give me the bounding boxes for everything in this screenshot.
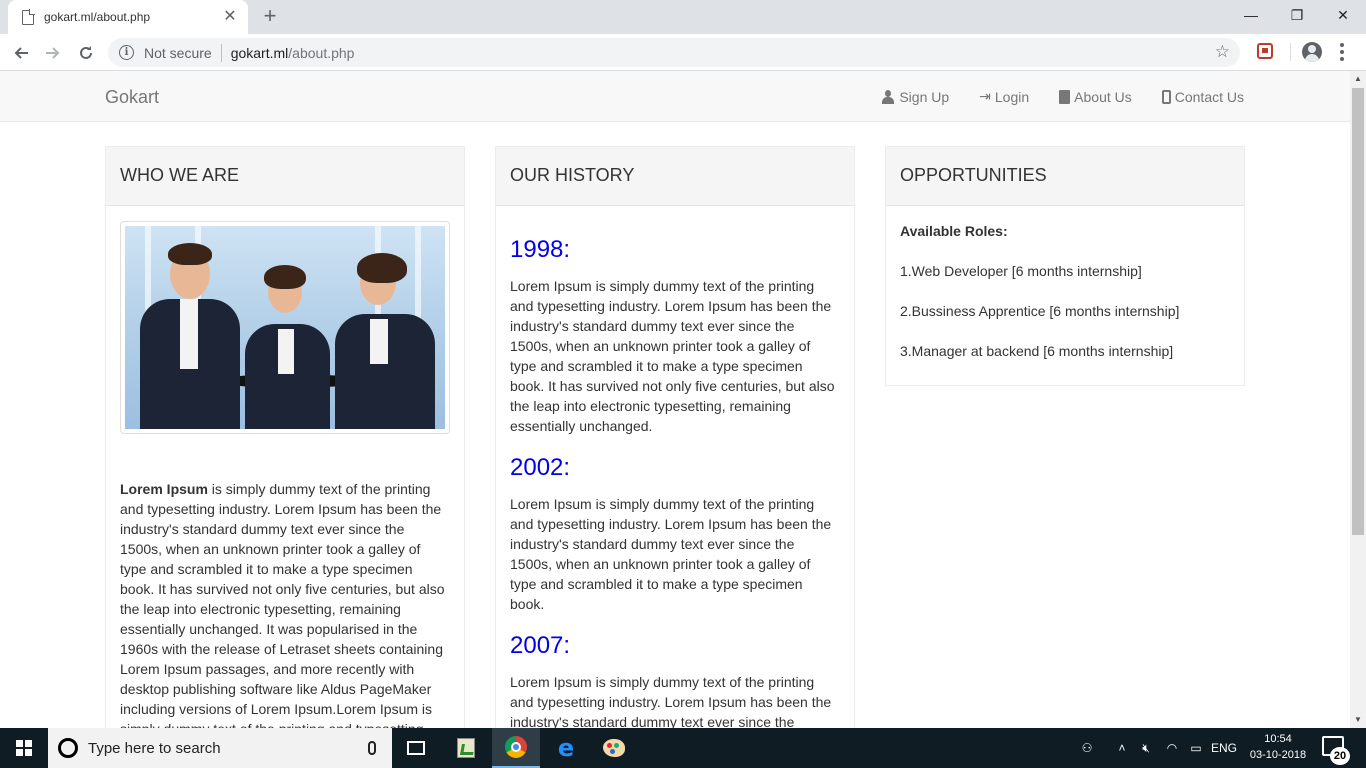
taskbar-search[interactable]: Type here to search bbox=[48, 728, 392, 768]
nav-contact-us[interactable]: Contact Us bbox=[1161, 88, 1244, 105]
browser-toolbar: i Not secure gokart.ml/about.php ☆ bbox=[0, 34, 1366, 71]
forward-arrow-icon bbox=[46, 47, 60, 59]
nav-login-label: Login bbox=[994, 88, 1030, 105]
start-button[interactable] bbox=[0, 728, 48, 768]
history-text-1998: Lorem Ipsum is simply dummy text of the … bbox=[510, 278, 835, 434]
task-view-button[interactable] bbox=[392, 728, 440, 768]
system-clock[interactable]: 10:54 03-10-2018 bbox=[1248, 731, 1308, 763]
nav-login[interactable]: ⇥ Login bbox=[979, 88, 1029, 105]
taskbar-app-paint[interactable] bbox=[590, 728, 638, 768]
role-item: 3.Manager at backend [6 months internshi… bbox=[900, 343, 1174, 359]
task-view-icon bbox=[407, 741, 425, 755]
taskbar-app-chrome[interactable] bbox=[492, 728, 540, 768]
scrollbar-thumb[interactable] bbox=[1352, 88, 1364, 535]
clock-date: 03-10-2018 bbox=[1249, 749, 1307, 761]
nav-sign-up[interactable]: Sign Up bbox=[881, 88, 949, 105]
who-we-are-heading: WHO WE ARE bbox=[106, 147, 464, 206]
clock-time: 10:54 bbox=[1264, 733, 1292, 745]
user-icon bbox=[881, 89, 895, 104]
minimize-button[interactable]: — bbox=[1228, 0, 1274, 30]
spreadsheet-icon bbox=[457, 738, 475, 758]
taskbar-search-placeholder: Type here to search bbox=[88, 739, 221, 757]
edge-icon: e bbox=[557, 734, 575, 762]
login-icon: ⇥ bbox=[979, 88, 991, 104]
back-button[interactable] bbox=[8, 40, 34, 66]
divider bbox=[220, 43, 222, 62]
role-item: 2.Bussiness Apprentice [6 months interns… bbox=[900, 303, 1180, 319]
who-we-are-bold-lead: Lorem Ipsum bbox=[120, 481, 208, 497]
reload-button[interactable] bbox=[73, 40, 99, 66]
roles-title: Available Roles: bbox=[900, 223, 1008, 239]
forward-button[interactable] bbox=[40, 40, 66, 66]
url-host: gokart.ml bbox=[230, 44, 289, 61]
page-icon bbox=[22, 9, 35, 25]
taskbar-app-edge[interactable]: e bbox=[542, 728, 590, 768]
restore-button[interactable]: ❐ bbox=[1274, 0, 1320, 30]
history-year-1998: 1998: bbox=[510, 236, 571, 263]
tab-title: gokart.ml/about.php bbox=[44, 10, 151, 24]
nav-contact-us-label: Contact Us bbox=[1174, 88, 1244, 105]
who-we-are-text: Lorem Ipsum is simply dummy text of the … bbox=[120, 479, 450, 728]
address-bar[interactable]: i Not secure gokart.ml/about.php ☆ bbox=[108, 38, 1240, 67]
browser-tab[interactable]: gokart.ml/about.php ✕ bbox=[8, 0, 248, 34]
our-history-panel: OUR HISTORY 1998: Lorem Ipsum is simply … bbox=[495, 146, 855, 728]
reload-icon bbox=[80, 46, 92, 59]
chevron-up-icon[interactable]: ˄ bbox=[1112, 728, 1132, 768]
opportunities-heading: OPPORTUNITIES bbox=[886, 147, 1244, 206]
profile-avatar-icon[interactable] bbox=[1302, 42, 1322, 62]
notification-badge: 20 bbox=[1330, 747, 1350, 765]
url-path: /about.php bbox=[288, 44, 355, 61]
scroll-down-icon[interactable]: ▼ bbox=[1350, 712, 1366, 728]
team-photo-frame bbox=[120, 221, 450, 434]
scroll-up-icon[interactable]: ▲ bbox=[1350, 71, 1366, 87]
battery-icon[interactable]: ▭ bbox=[1184, 728, 1208, 768]
bookmark-star-icon[interactable]: ☆ bbox=[1215, 42, 1230, 62]
close-window-button[interactable]: ✕ bbox=[1320, 0, 1366, 30]
site-brand[interactable]: Gokart bbox=[105, 87, 159, 108]
windows-taskbar: Type here to search e ⚇ ˄ 🔇︎ ◠ ▭ ENG 10:… bbox=[0, 728, 1366, 768]
who-we-are-body: is simply dummy text of the printing and… bbox=[120, 481, 445, 728]
toolbar-divider bbox=[1290, 43, 1291, 61]
paint-icon bbox=[603, 739, 625, 757]
security-label: Not secure bbox=[144, 44, 212, 61]
our-history-heading: OUR HISTORY bbox=[496, 147, 854, 206]
page-scrollbar[interactable]: ▲ ▼ bbox=[1350, 71, 1366, 728]
nav-links: Sign Up ⇥ Login About Us Contact Us bbox=[881, 88, 1244, 105]
page-viewport: Gokart Sign Up ⇥ Login About Us Contact … bbox=[0, 71, 1350, 728]
back-arrow-icon bbox=[14, 47, 28, 59]
people-icon[interactable]: ⚇ bbox=[1074, 728, 1100, 768]
nav-about-us[interactable]: About Us bbox=[1059, 88, 1132, 105]
taskbar-app-spreadsheet[interactable] bbox=[442, 728, 490, 768]
tab-strip: gokart.ml/about.php ✕ + — ❐ ✕ bbox=[0, 0, 1366, 34]
volume-muted-icon[interactable]: 🔇︎ bbox=[1134, 728, 1158, 768]
close-tab-icon[interactable]: ✕ bbox=[222, 9, 238, 25]
site-navbar: Gokart Sign Up ⇥ Login About Us Contact … bbox=[0, 71, 1350, 122]
cortana-icon bbox=[58, 738, 78, 758]
chrome-icon bbox=[505, 736, 527, 758]
book-icon bbox=[1059, 89, 1071, 104]
role-item: 1.Web Developer [6 months internship] bbox=[900, 263, 1142, 279]
opportunities-panel: OPPORTUNITIES Available Roles: 1.Web Dev… bbox=[885, 146, 1245, 386]
microphone-icon[interactable] bbox=[368, 741, 376, 755]
who-we-are-panel: WHO WE ARE Lorem Ipsum is simply dummy t… bbox=[105, 146, 465, 728]
nav-sign-up-label: Sign Up bbox=[899, 88, 950, 105]
history-text-2007: Lorem Ipsum is simply dummy text of the … bbox=[510, 674, 832, 728]
nav-about-us-label: About Us bbox=[1074, 88, 1132, 105]
windows-logo-icon bbox=[16, 740, 32, 756]
phone-icon bbox=[1161, 89, 1171, 104]
language-indicator[interactable]: ENG bbox=[1208, 728, 1240, 768]
history-text-2002: Lorem Ipsum is simply dummy text of the … bbox=[510, 496, 832, 612]
history-year-2002: 2002: bbox=[510, 454, 571, 481]
menu-dots-icon[interactable] bbox=[1338, 42, 1346, 62]
wifi-icon[interactable]: ◠ bbox=[1160, 728, 1184, 768]
extension-icon[interactable] bbox=[1257, 43, 1273, 59]
team-photo bbox=[125, 226, 445, 429]
new-tab-button[interactable]: + bbox=[258, 4, 282, 28]
info-icon[interactable]: i bbox=[119, 45, 134, 60]
history-year-2007: 2007: bbox=[510, 632, 571, 659]
